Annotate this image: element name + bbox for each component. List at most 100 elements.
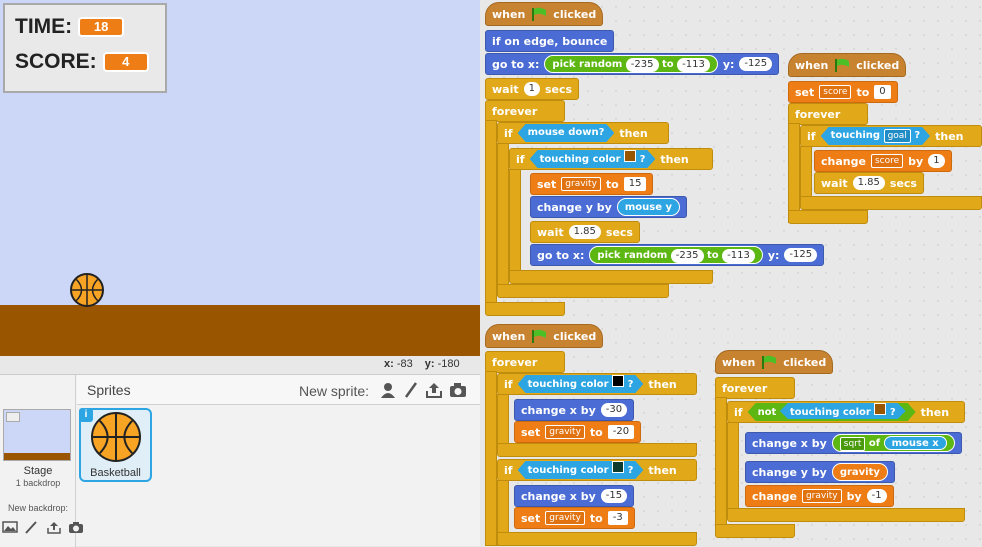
number-input[interactable]: 1 <box>523 82 540 96</box>
number-input[interactable]: -235 <box>625 58 659 72</box>
change-x-block[interactable]: change x by -30 <box>514 399 635 421</box>
number-input[interactable]: -1 <box>866 489 887 503</box>
if-block[interactable]: if mouse down? then <box>497 122 669 144</box>
stage-thumbnail[interactable] <box>3 409 71 461</box>
value-input[interactable]: 15 <box>623 177 647 191</box>
if-end <box>727 508 965 522</box>
pick-random-reporter[interactable]: pick random -235 to -113 <box>589 246 763 264</box>
mouse-down-boolean[interactable]: mouse down? <box>518 124 615 142</box>
mouse-x-reporter[interactable]: mouse x <box>883 436 947 450</box>
if-block[interactable]: if touching color ? then <box>497 459 697 481</box>
if-block[interactable]: if touching color ? then <box>509 148 713 170</box>
block-text: if <box>504 463 513 477</box>
basketball-sprite[interactable] <box>70 273 104 307</box>
number-input[interactable]: -113 <box>722 249 755 263</box>
wait-block[interactable]: wait 1.85 secs <box>530 221 640 243</box>
variable-dropdown[interactable]: score <box>819 85 852 99</box>
forever-block[interactable]: forever <box>788 103 868 125</box>
number-input[interactable]: 1.85 <box>852 176 885 190</box>
when-flag-clicked-hat[interactable]: when clicked <box>485 2 604 26</box>
color-swatch[interactable] <box>612 461 624 473</box>
pick-random-reporter[interactable]: pick random -235 to -113 <box>544 55 718 73</box>
if-block[interactable]: if touching goal ? then <box>800 125 982 147</box>
touching-color-boolean[interactable]: touching color ? <box>518 461 644 479</box>
goto-xy-block[interactable]: go to x: pick random -235 to -113 y: -12… <box>485 53 780 75</box>
touching-color-boolean[interactable]: touching color ? <box>530 150 656 168</box>
mouse-y-reporter[interactable]: mouse y <box>616 198 680 216</box>
bounce-block[interactable]: if on edge, bounce <box>485 30 615 52</box>
touching-color-boolean[interactable]: touching color ? <box>518 375 644 393</box>
value-input[interactable]: -20 <box>607 425 635 439</box>
if-arm <box>497 143 509 288</box>
block-text: secs <box>545 82 573 96</box>
number-input[interactable]: -235 <box>670 249 704 263</box>
change-x-block[interactable]: change x by -15 <box>514 485 635 507</box>
if-arm <box>727 422 739 514</box>
variable-dropdown[interactable]: gravity <box>545 511 585 525</box>
gravity-reporter[interactable]: gravity <box>831 463 888 481</box>
camera-icon[interactable] <box>449 381 467 399</box>
wait-block[interactable]: wait 1 secs <box>485 78 580 100</box>
color-swatch[interactable] <box>612 375 624 387</box>
variable-dropdown[interactable]: gravity <box>801 489 842 503</box>
color-swatch[interactable] <box>624 150 636 162</box>
block-text: y: <box>767 248 780 262</box>
goto-xy-block[interactable]: go to x: pick random -235 to -113 y: -12… <box>530 244 825 266</box>
set-variable-block[interactable]: set gravity to 15 <box>530 173 654 195</box>
change-x-block[interactable]: change x by sqrt of mouse x <box>745 432 962 454</box>
if-end <box>509 270 713 284</box>
number-input[interactable]: 1 <box>928 154 945 168</box>
color-swatch[interactable] <box>874 403 886 415</box>
touching-color-boolean[interactable]: touching color ? <box>780 403 906 419</box>
function-dropdown[interactable]: sqrt <box>839 437 866 451</box>
sqrt-reporter[interactable]: sqrt of mouse x <box>831 434 955 452</box>
forever-block[interactable]: forever <box>485 100 565 122</box>
backdrop-library-icon[interactable] <box>2 520 20 536</box>
block-text: to <box>589 425 603 439</box>
wait-block[interactable]: wait 1.85 secs <box>814 172 924 194</box>
change-y-block[interactable]: change y by mouse y <box>530 196 687 218</box>
value-input[interactable]: -3 <box>607 511 628 525</box>
paintbrush-icon[interactable] <box>403 381 419 399</box>
stage-canvas[interactable]: TIME: 18 SCORE: 4 <box>0 0 480 356</box>
character-icon[interactable] <box>379 381 397 399</box>
number-input[interactable]: -125 <box>739 57 773 71</box>
number-input[interactable]: -125 <box>784 248 818 262</box>
sprite-tile-basketball[interactable]: i Basketball <box>79 408 152 482</box>
block-text: if <box>734 405 743 419</box>
sprite-info-icon[interactable]: i <box>79 408 93 422</box>
if-block[interactable]: if touching color ? then <box>497 373 697 395</box>
if-block[interactable]: if not touching color ? then <box>727 401 965 423</box>
not-boolean[interactable]: not touching color ? <box>748 403 916 421</box>
block-text: ? <box>639 154 646 165</box>
forever-block[interactable]: forever <box>715 377 795 399</box>
variable-dropdown[interactable]: gravity <box>545 425 585 439</box>
number-input[interactable]: -30 <box>600 403 628 417</box>
variable-dropdown[interactable]: gravity <box>561 177 601 191</box>
when-flag-clicked-hat[interactable]: when clicked <box>788 53 907 77</box>
upload-backdrop-icon[interactable] <box>46 520 64 536</box>
when-flag-clicked-hat[interactable]: when clicked <box>715 350 834 374</box>
number-input[interactable]: 1.85 <box>568 225 601 239</box>
set-variable-block[interactable]: set score to 0 <box>788 81 898 103</box>
set-variable-block[interactable]: set gravity to -3 <box>514 507 635 529</box>
value-input[interactable]: 0 <box>874 85 891 99</box>
scripts-area[interactable]: when clicked if on edge, bounce go to x:… <box>483 0 982 546</box>
set-variable-block[interactable]: set gravity to -20 <box>514 421 642 443</box>
block-text: ? <box>627 465 634 476</box>
variable-dropdown[interactable]: score <box>870 154 904 168</box>
forever-block[interactable]: forever <box>485 351 565 373</box>
change-variable-block[interactable]: change gravity by -1 <box>745 485 894 507</box>
number-input[interactable]: -113 <box>677 58 710 72</box>
change-variable-block[interactable]: change score by 1 <box>814 150 952 172</box>
sprites-pane: Stage 1 backdrop New backdrop: Sprites N… <box>0 374 480 547</box>
number-input[interactable]: -15 <box>600 489 628 503</box>
block-text: ? <box>914 130 921 141</box>
change-y-block[interactable]: change y by gravity <box>745 461 895 483</box>
camera-backdrop-icon[interactable] <box>68 520 86 536</box>
paint-backdrop-icon[interactable] <box>24 520 42 536</box>
when-flag-clicked-hat[interactable]: when clicked <box>485 324 604 348</box>
sprite-dropdown[interactable]: goal <box>884 129 911 143</box>
touching-boolean[interactable]: touching goal ? <box>821 127 931 145</box>
upload-icon[interactable] <box>425 381 443 399</box>
